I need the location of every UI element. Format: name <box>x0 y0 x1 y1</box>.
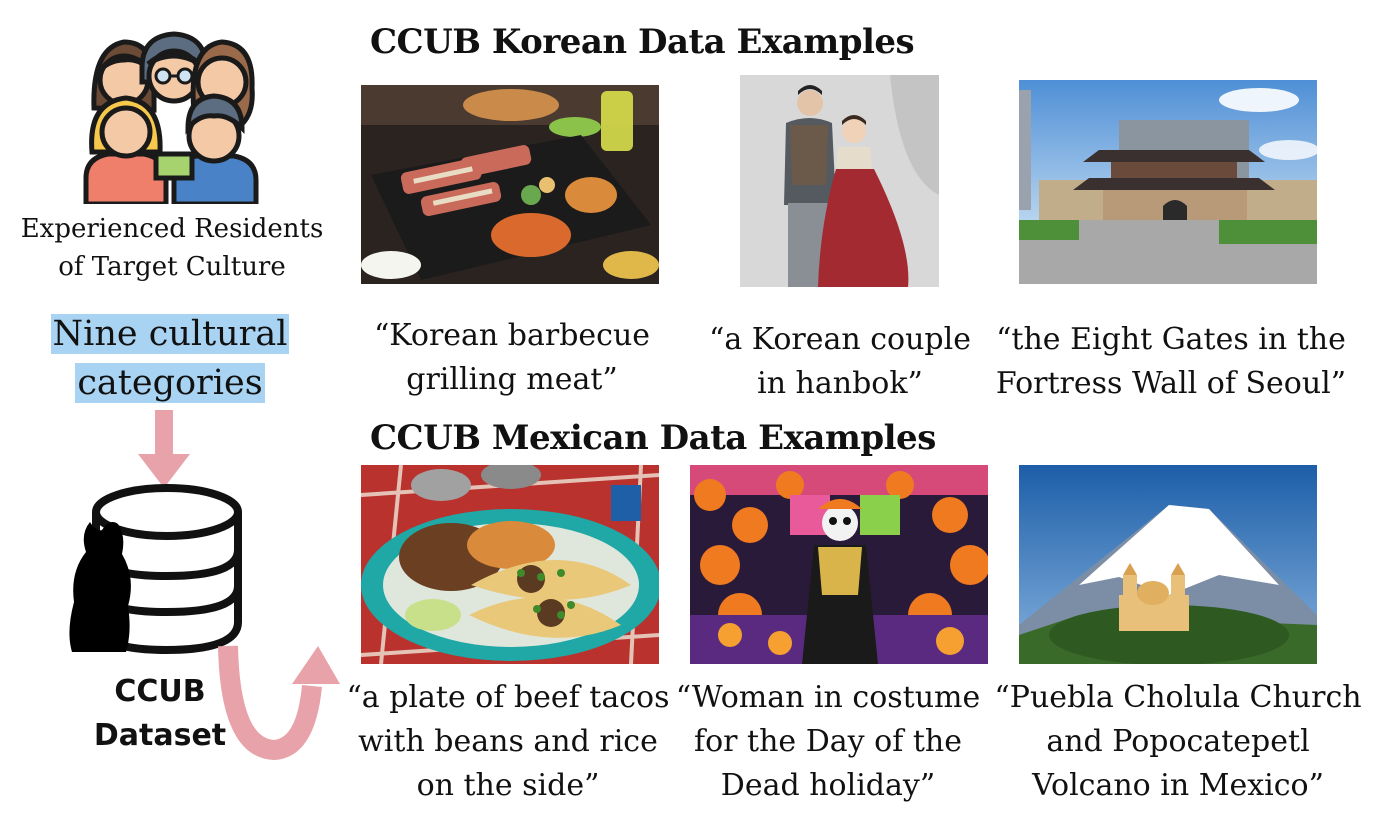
database-icon <box>69 484 242 655</box>
seoul-gate-photo <box>1019 80 1317 284</box>
mexican-caption-1: “a plate of beef tacos with beans and ri… <box>346 680 670 803</box>
korean-caption-3: “the Eight Gates in the Fortress Wall of… <box>995 322 1347 401</box>
mexican-caption-2: “Woman in costume for the Day of the Dea… <box>675 680 981 803</box>
mexican-caption-3: “Puebla Cholula Church and Popocatepetl … <box>994 680 1362 803</box>
mexican-section-heading: CCUB Mexican Data Examples <box>370 418 936 458</box>
residents-label: Experienced Residents of Target Culture <box>20 214 324 282</box>
categories-line-1: Nine cultural <box>50 314 290 354</box>
korean-section-heading: CCUB Korean Data Examples <box>370 22 915 62</box>
korean-caption-1: “Korean barbecue grilling meat” <box>373 318 651 397</box>
hanbok-couple-photo <box>740 75 939 287</box>
cultural-categories-label: Nine cultural categories <box>20 310 320 408</box>
curved-arrow-icon <box>218 645 340 760</box>
cholula-volcano-photo <box>1019 465 1317 664</box>
residents-group-icon <box>82 28 262 207</box>
korean-caption-2: “a Korean couple in hanbok” <box>708 322 971 401</box>
korean-bbq-photo <box>361 85 659 284</box>
beef-tacos-photo <box>361 465 659 664</box>
down-arrow-icon <box>138 410 190 488</box>
categories-line-2: categories <box>75 363 265 403</box>
day-of-dead-photo <box>690 465 988 664</box>
